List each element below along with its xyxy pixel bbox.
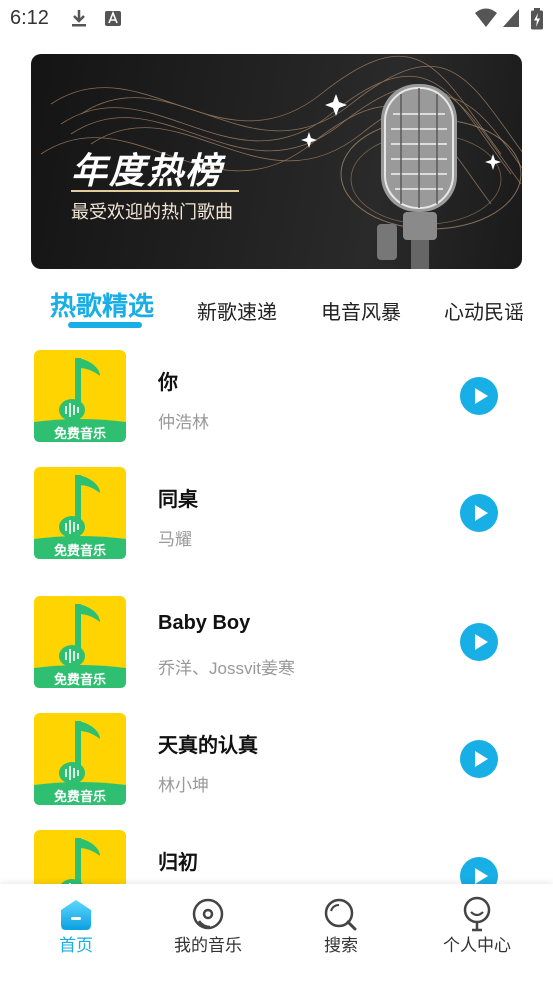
- album-cover: 免费音乐: [34, 350, 126, 442]
- nav-profile[interactable]: 个人中心: [408, 884, 546, 984]
- active-tab-indicator: [68, 322, 142, 328]
- song-row[interactable]: 免费音乐 同桌 马耀: [0, 457, 553, 559]
- song-title: Baby Boy: [158, 612, 251, 634]
- category-tabs: 热歌精选 新歌速递 电音风暴 心动民谣: [0, 284, 553, 330]
- nav-profile-label: 个人中心: [443, 936, 511, 956]
- nav-search[interactable]: 搜索: [272, 884, 410, 984]
- bottom-nav: 首页 我的音乐 搜索 个人中心: [0, 884, 553, 984]
- song-title: 你: [158, 372, 178, 394]
- song-row[interactable]: 免费音乐 天真的认真 林小坤: [0, 703, 553, 805]
- tab-electronic[interactable]: 电音风暴: [321, 296, 401, 325]
- play-icon[interactable]: [460, 740, 498, 778]
- nav-my-music-label: 我的音乐: [174, 936, 242, 956]
- banner-subtitle: 最受欢迎的热门歌曲: [71, 202, 233, 223]
- song-title: 归初: [158, 852, 198, 874]
- song-row[interactable]: 免费音乐 你 仲浩林: [0, 340, 553, 442]
- song-title: 天真的认真: [158, 735, 258, 757]
- banner-divider: [71, 190, 239, 192]
- album-cover: 免费音乐: [34, 830, 126, 884]
- nav-home-label: 首页: [59, 936, 93, 956]
- wifi-icon: [475, 8, 497, 27]
- hot-chart-banner[interactable]: 年度热榜 最受欢迎的热门歌曲: [31, 54, 522, 269]
- song-artist: 乔洋、Jossvit姜寒: [158, 659, 295, 678]
- profile-icon: [463, 896, 491, 932]
- download-icon: [72, 10, 86, 27]
- song-row[interactable]: 免费音乐 Baby Boy 乔洋、Jossvit姜寒: [0, 586, 553, 688]
- signal-icon: [503, 9, 519, 27]
- keyboard-a-icon: [105, 10, 121, 26]
- home-icon: [61, 900, 91, 930]
- album-cover: 免费音乐: [34, 596, 126, 688]
- cover-label: 免费音乐: [54, 789, 106, 805]
- tab-hot-songs[interactable]: 热歌精选: [50, 286, 154, 323]
- cover-label: 免费音乐: [54, 672, 106, 688]
- play-icon[interactable]: [460, 377, 498, 415]
- nav-search-label: 搜索: [324, 936, 358, 956]
- nav-my-music[interactable]: 我的音乐: [139, 884, 277, 984]
- cover-label: 免费音乐: [54, 543, 106, 559]
- album-cover: 免费音乐: [34, 713, 126, 805]
- music-disc-icon: [192, 898, 224, 930]
- play-icon[interactable]: [460, 857, 498, 884]
- search-icon: [324, 898, 357, 931]
- play-icon[interactable]: [460, 494, 498, 532]
- status-bar: 6:12: [0, 0, 553, 38]
- tab-new-songs[interactable]: 新歌速递: [197, 296, 277, 325]
- song-list: 免费音乐 你 仲浩林 免费音乐 同桌 马耀 免费音乐 Baby Boy 乔洋、J…: [0, 340, 553, 884]
- song-row[interactable]: 免费音乐 归初: [0, 820, 553, 884]
- song-artist: 仲浩林: [158, 413, 209, 432]
- microphone-icon: [377, 84, 457, 269]
- song-artist: 林小坤: [158, 776, 209, 795]
- album-cover: 免费音乐: [34, 467, 126, 559]
- battery-charging-icon: [531, 8, 543, 30]
- status-time: 6:12: [10, 7, 49, 29]
- play-icon[interactable]: [460, 623, 498, 661]
- song-title: 同桌: [158, 489, 198, 511]
- nav-home[interactable]: 首页: [7, 884, 145, 984]
- cover-label: 免费音乐: [54, 426, 106, 442]
- song-artist: 马耀: [158, 530, 192, 549]
- tab-folk[interactable]: 心动民谣: [444, 296, 524, 325]
- banner-title: 年度热榜: [71, 151, 224, 192]
